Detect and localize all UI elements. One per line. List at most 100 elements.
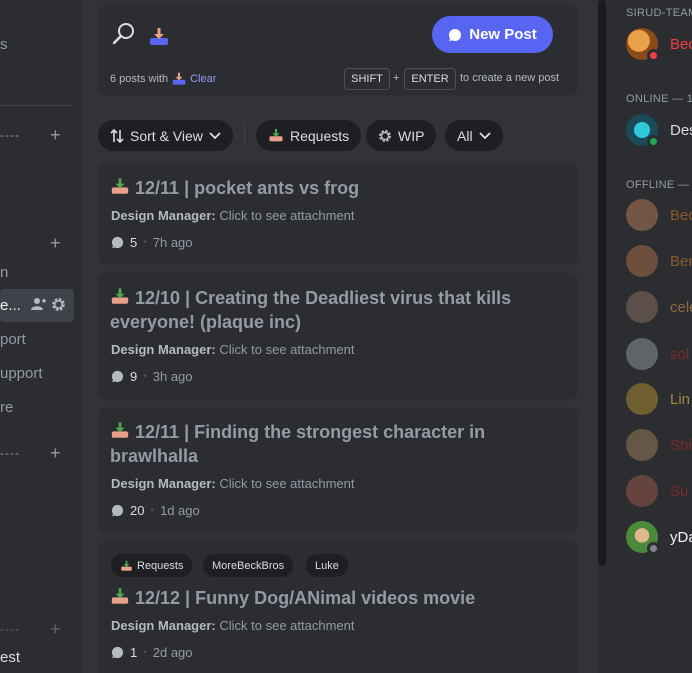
post-footer: 1 • 2d ago [111, 645, 193, 660]
dnd-status-icon [647, 49, 660, 62]
member-name: cele [670, 299, 692, 316]
post-preview: Design Manager: Click to see attachment [111, 476, 355, 491]
separator-dot: • [143, 647, 147, 658]
post-footer: 5 • 7h ago [111, 235, 193, 250]
sidebar-item-label: e... [0, 297, 21, 314]
post-preview: Design Manager: Click to see attachment [111, 342, 355, 357]
role-header: ONLINE — 1 [626, 93, 692, 105]
member-name: Ben [670, 253, 692, 270]
member-item[interactable]: Su [626, 475, 692, 509]
comment-count: 9 [130, 369, 138, 384]
comment-count: 1 [130, 645, 138, 660]
forum-search-box[interactable]: New Post 6 posts with Clear SHIFT + ENTE… [98, 5, 578, 95]
inbox-tray-icon [111, 588, 129, 604]
scrollbar-thumb[interactable] [598, 0, 606, 566]
post-preview-text: Click to see attachment [219, 618, 355, 633]
chat-bubble-icon [111, 646, 124, 659]
member-item[interactable]: Bec [626, 199, 692, 233]
forum-panel: New Post 6 posts with Clear SHIFT + ENTE… [82, 0, 598, 673]
post-title: 12/11 | Finding the strongest character … [110, 420, 562, 468]
member-item[interactable]: Shi [626, 429, 692, 463]
shortcut-hint: to create a new post [460, 72, 560, 84]
sidebar-item-label[interactable]: n [0, 264, 8, 281]
post-author: Design Manager: [111, 476, 216, 491]
plus-symbol: + [393, 72, 400, 84]
comment-count: 20 [130, 503, 145, 518]
all-label: All [457, 127, 473, 144]
chat-bubble-icon [449, 28, 462, 41]
sidebar-item-label[interactable]: port [0, 331, 26, 348]
enter-key: ENTER [404, 68, 456, 90]
post-preview-text: Click to see attachment [219, 476, 355, 491]
post-title-text: 12/11 | Finding the strongest character … [110, 422, 486, 466]
clear-link[interactable]: Clear [190, 73, 216, 85]
inbox-tray-icon [172, 72, 186, 85]
post-card[interactable]: 12/11 | pocket ants vs frog Design Manag… [98, 163, 578, 265]
member-item[interactable]: Ben [626, 245, 692, 279]
member-name: Shi [670, 437, 692, 454]
post-author: Design Manager: [111, 618, 216, 633]
post-title-text: 12/11 | pocket ants vs frog [135, 178, 360, 198]
member-item[interactable]: Lin [626, 383, 692, 417]
tag-filter-requests[interactable]: Requests [256, 120, 362, 151]
post-tag: Luke [306, 554, 348, 577]
member-name: Lin [670, 391, 691, 408]
search-status: 6 posts with Clear [110, 72, 216, 86]
all-tags-dropdown[interactable]: All [445, 120, 503, 151]
separator-dot: • [143, 237, 147, 248]
add-channel-icon[interactable]: + [50, 444, 61, 462]
add-channel-icon[interactable]: + [50, 126, 61, 144]
sort-view-button[interactable]: Sort & View [98, 120, 233, 151]
post-preview-text: Click to see attachment [219, 342, 355, 357]
new-post-button[interactable]: New Post [432, 16, 553, 53]
member-item[interactable]: cele [626, 291, 692, 325]
inbox-tray-icon [150, 28, 168, 45]
post-age: 1d ago [159, 503, 200, 518]
post-footer: 20 • 1d ago [111, 503, 200, 518]
member-list: SIRUD-TEAM Bec ONLINE — 1 Des OFFLINE — … [606, 0, 692, 673]
member-item[interactable]: Des [626, 114, 692, 148]
gear-icon[interactable] [51, 297, 66, 315]
post-title: 12/10 | Creating the Deadliest virus tha… [110, 286, 562, 334]
sidebar-item-label[interactable]: re [0, 399, 13, 416]
member-name: Su [670, 483, 689, 500]
inbox-tray-icon [111, 422, 129, 438]
post-title-text: 12/10 | Creating the Deadliest virus tha… [110, 288, 512, 332]
separator-dot: • [150, 505, 154, 516]
member-item[interactable]: Bec [626, 28, 692, 62]
sidebar-item-label[interactable]: est [0, 649, 20, 666]
add-channel-icon[interactable]: + [50, 234, 61, 252]
sidebar-item-label[interactable]: s [0, 36, 8, 53]
tag-filter-wip[interactable]: WIP [366, 120, 437, 151]
post-preview-text: Click to see attachment [219, 208, 355, 223]
chat-bubble-icon [111, 236, 124, 249]
sidebar-item-selected[interactable]: e... [0, 289, 74, 322]
post-tag-requests: Requests [111, 554, 193, 577]
sidebar-item-label[interactable]: upport [0, 365, 43, 382]
post-title-text: 12/12 | Funny Dog/ANimal videos movie [135, 588, 476, 608]
online-status-icon [647, 135, 660, 148]
post-card[interactable]: 12/11 | Finding the strongest character … [98, 407, 578, 533]
avatar [626, 383, 658, 415]
scrollbar[interactable] [598, 0, 606, 673]
gear-icon [379, 129, 391, 142]
search-icon [112, 23, 134, 45]
filter-divider [244, 124, 245, 146]
inbox-tray-icon [111, 178, 129, 194]
chevron-down-icon [209, 131, 221, 139]
avatar [626, 245, 658, 277]
member-item[interactable]: yDa [626, 521, 692, 555]
post-tag: MoreBeckBros [203, 554, 294, 577]
app: s ---- + + n e... port upport re ---- + … [0, 0, 692, 673]
post-card[interactable]: 12/10 | Creating the Deadliest virus tha… [98, 273, 578, 399]
invite-icon[interactable] [31, 297, 46, 314]
post-card[interactable]: Requests MoreBeckBros Luke 12/12 | Funny… [98, 541, 578, 673]
avatar [626, 475, 658, 507]
member-item[interactable]: sol [626, 338, 692, 372]
post-tag-label: Requests [137, 559, 184, 572]
member-name: yDa [670, 529, 692, 546]
add-channel-icon[interactable]: + [50, 620, 61, 638]
role-header: OFFLINE — [626, 179, 690, 191]
inbox-tray-icon [269, 128, 283, 142]
post-age: 2d ago [152, 645, 193, 660]
